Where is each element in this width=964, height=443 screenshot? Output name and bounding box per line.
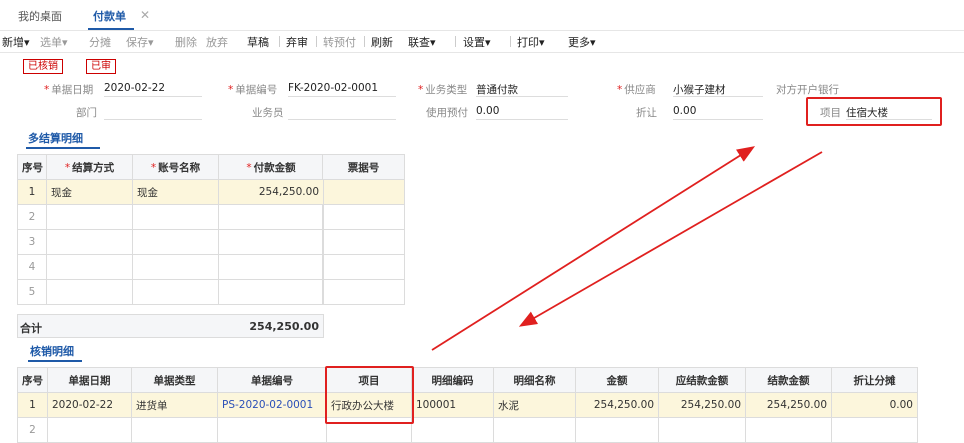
annotation-arrows [431, 146, 823, 351]
arrow-icon [431, 146, 756, 351]
arrow-icon [518, 151, 823, 327]
